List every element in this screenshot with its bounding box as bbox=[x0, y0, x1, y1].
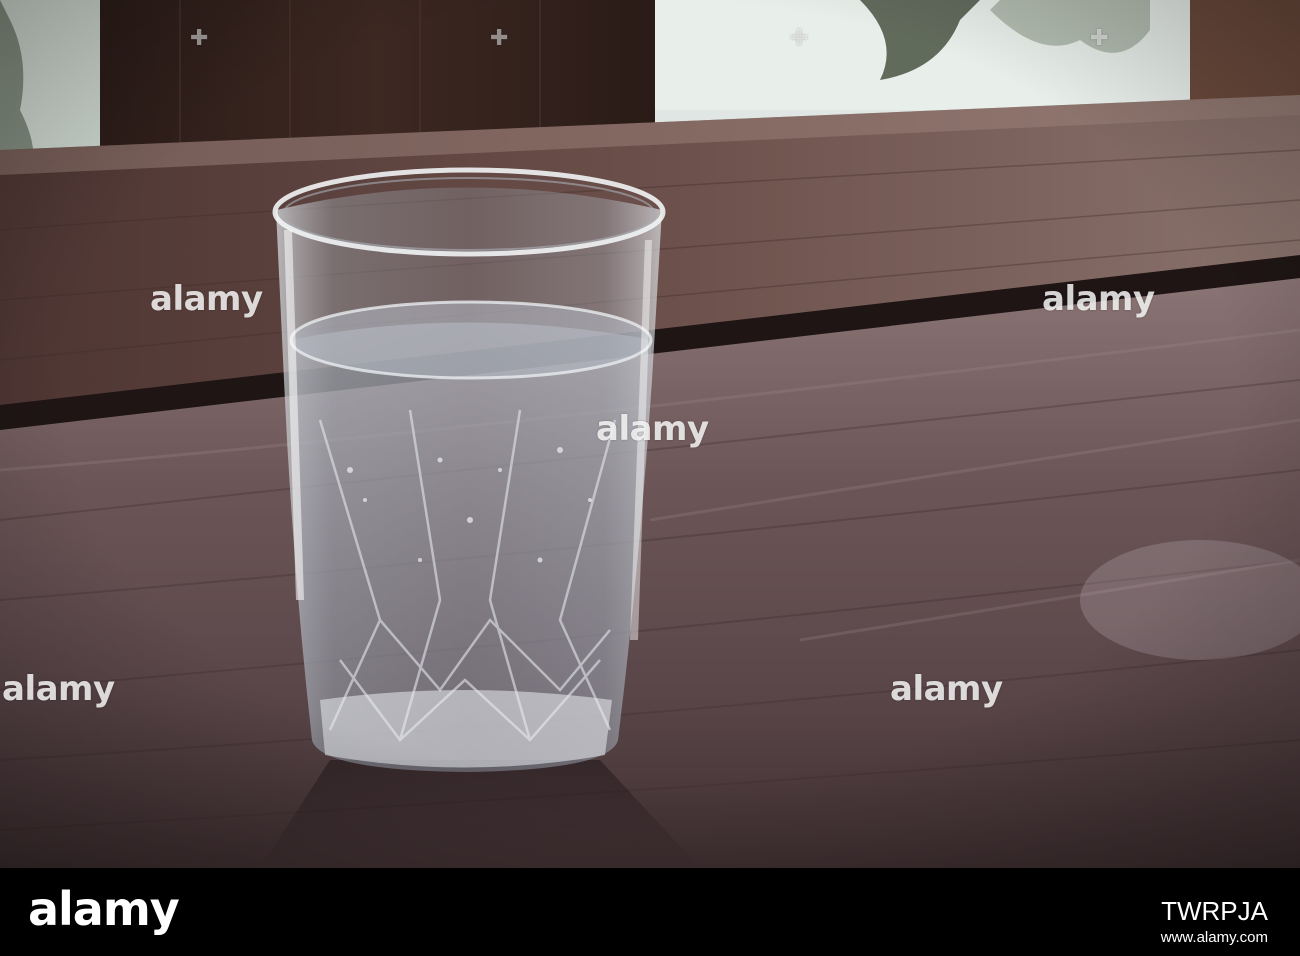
watermark-text: alamy bbox=[596, 409, 709, 449]
watermark-text: alamy bbox=[150, 279, 263, 319]
watermark-mark: ✚ bbox=[490, 26, 508, 51]
site-url: www.alamy.com bbox=[1160, 929, 1268, 946]
watermark-mark: ✚ bbox=[790, 26, 808, 51]
watermark-mark: ✚ bbox=[1090, 26, 1108, 51]
photo-glass-of-water-on-wooden-table: alamy alamy alamy alamy alamy ✚ ✚ ✚ ✚ bbox=[0, 0, 1300, 868]
watermark-text: alamy bbox=[890, 669, 1003, 709]
alamy-logo: alamy bbox=[28, 882, 180, 936]
watermark-text: alamy bbox=[2, 669, 115, 709]
watermark-mark: ✚ bbox=[190, 26, 208, 51]
footer-bar: alamy TWRPJA www.alamy.com bbox=[0, 868, 1300, 956]
watermark-text: alamy bbox=[1042, 279, 1155, 319]
stock-photo-page: alamy alamy alamy alamy alamy ✚ ✚ ✚ ✚ al… bbox=[0, 0, 1300, 956]
image-id: TWRPJA bbox=[1161, 896, 1268, 926]
